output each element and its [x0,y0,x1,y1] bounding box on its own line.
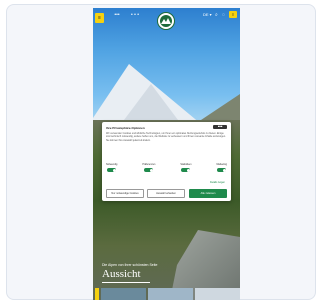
thumbnail-strip [95,288,240,300]
toggle-switch[interactable] [144,168,154,172]
toggle-switch[interactable] [107,168,117,172]
toggle-marketing: Marketing [216,163,228,177]
details-link[interactable]: Details zeigen [210,181,225,184]
cookie-brand-badge: ■■■ [213,125,227,129]
thumbnail[interactable] [195,288,240,300]
toggle-preferences: Präferenzen [142,163,155,177]
nav-item[interactable]: ••• [111,13,123,22]
thumbnail[interactable] [101,288,146,300]
accept-all-button[interactable]: Alle zulassen [189,189,227,198]
cookie-description: Wir verwenden Cookies und ähnliche Techn… [106,132,226,142]
menu-button[interactable]: ≡ [229,11,237,18]
toggle-label: Marketing [216,163,228,166]
mountain-shape [121,84,181,124]
search-icon[interactable]: ⌕ [215,12,218,18]
cookie-title: Ihre Privatsphäre-Optionen [106,126,145,130]
toggle-label: Präferenzen [142,163,156,166]
cookie-consent-dialog: Ihre Privatsphäre-Optionen ■■■ Wir verwe… [102,122,231,201]
thumbnail[interactable] [148,288,193,300]
brand-logo-icon [160,15,172,27]
toggle-necessary: Notwendig [106,163,117,177]
save-selection-button[interactable]: Auswahl erlauben [147,189,185,198]
menu-badge[interactable]: ≡ [95,13,104,23]
thumbnail[interactable] [95,288,99,300]
deny-button[interactable]: Nur notwendige Cookies [106,189,144,198]
hero-underline [102,282,150,283]
hero-subtitle: Die Alpen von ihrer schönsten Seite [102,263,158,267]
toggle-switch[interactable] [217,168,227,172]
toggle-label: Statistiken [180,163,192,166]
nav-item[interactable]: • • • [129,13,141,22]
cookie-toggles: Notwendig Präferenzen Statistiken Market… [106,163,227,177]
site-header: ≡ ••• • • • DE ▾ ⌕ ◌ ≡ [93,8,240,42]
toggle-switch[interactable] [181,168,191,172]
language-switcher[interactable]: DE ▾ [203,12,212,17]
brand-logo[interactable] [157,12,175,30]
toggle-label: Notwendig [106,163,118,166]
account-icon[interactable]: ◌ [222,12,225,18]
hero-title: Aussicht [102,268,141,280]
toggle-statistics: Statistiken [180,163,191,177]
mobile-page: ≡ ••• • • • DE ▾ ⌕ ◌ ≡ Ihre Privatsphäre… [93,8,240,300]
